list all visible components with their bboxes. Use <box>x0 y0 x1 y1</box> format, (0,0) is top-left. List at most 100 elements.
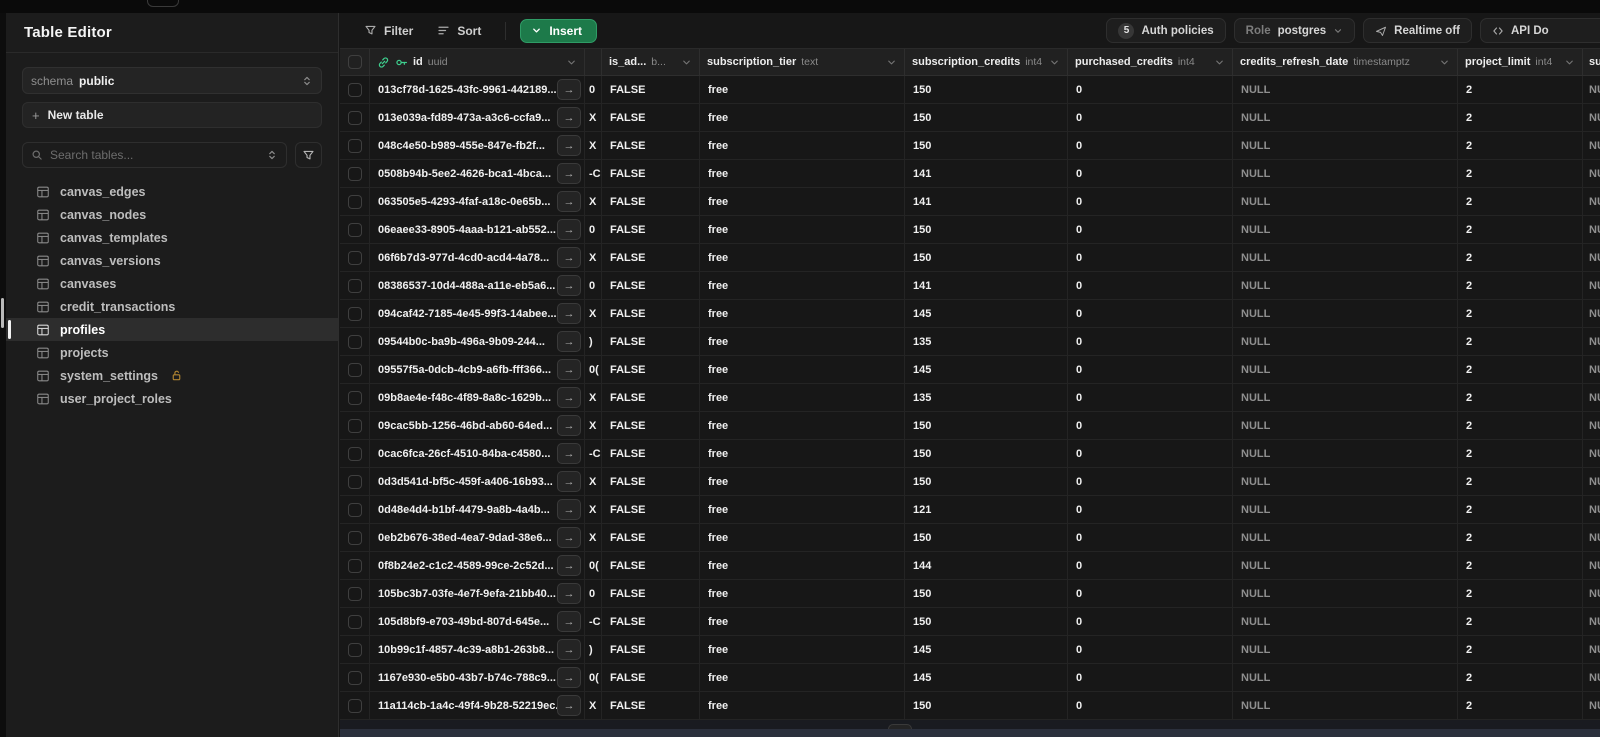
cell-subscription-tier[interactable]: free <box>700 132 905 159</box>
cell-subscription-credits[interactable]: 141 <box>905 188 1068 215</box>
cell-credits-refresh-date[interactable]: NULL <box>1233 132 1458 159</box>
cell-id[interactable]: 013e039a-fd89-473a-a3c6-ccfa9... → <box>370 104 585 131</box>
cell-clipped[interactable]: 0( <box>585 552 602 579</box>
sidebar-item-profiles[interactable]: profiles <box>6 318 338 341</box>
chevron-down-icon[interactable] <box>681 57 692 68</box>
cell-credits-refresh-date[interactable]: NULL <box>1233 300 1458 327</box>
expand-row-button[interactable]: → <box>557 331 581 352</box>
cell-clipped[interactable]: 0( <box>585 356 602 383</box>
expand-row-button[interactable]: → <box>557 247 581 268</box>
cell-subscription-tier[interactable]: free <box>700 160 905 187</box>
cell-id[interactable]: 06f6b7d3-977d-4cd0-acd4-4a78... → <box>370 244 585 271</box>
cell-clipped-right[interactable]: NU <box>1583 412 1600 439</box>
cell-project-limit[interactable]: 2 <box>1458 692 1583 719</box>
cell-subscription-tier[interactable]: free <box>700 440 905 467</box>
cell-credits-refresh-date[interactable]: NULL <box>1233 216 1458 243</box>
cell-subscription-tier[interactable]: free <box>700 216 905 243</box>
cell-id[interactable]: 0cac6fca-26cf-4510-84ba-c4580... → <box>370 440 585 467</box>
cell-credits-refresh-date[interactable]: NULL <box>1233 552 1458 579</box>
sidebar-item-canvas_nodes[interactable]: canvas_nodes <box>22 203 322 226</box>
cell-credits-refresh-date[interactable]: NULL <box>1233 664 1458 691</box>
row-checkbox[interactable] <box>340 468 370 495</box>
cell-purchased-credits[interactable]: 0 <box>1068 188 1233 215</box>
cell-purchased-credits[interactable]: 0 <box>1068 244 1233 271</box>
api-docs-button[interactable]: API Do <box>1480 18 1600 43</box>
cell-is-admin[interactable]: FALSE <box>602 216 700 243</box>
cell-credits-refresh-date[interactable]: NULL <box>1233 580 1458 607</box>
cell-clipped[interactable]: X <box>585 244 602 271</box>
cell-clipped[interactable]: X <box>585 692 602 719</box>
cell-credits-refresh-date[interactable]: NULL <box>1233 468 1458 495</box>
cell-project-limit[interactable]: 2 <box>1458 580 1583 607</box>
cell-purchased-credits[interactable]: 0 <box>1068 664 1233 691</box>
chevron-down-icon[interactable] <box>886 57 897 68</box>
expand-row-button[interactable]: → <box>557 499 581 520</box>
cell-clipped-right[interactable]: NU <box>1583 300 1600 327</box>
cell-purchased-credits[interactable]: 0 <box>1068 328 1233 355</box>
cell-clipped-right[interactable]: NU <box>1583 692 1600 719</box>
column-header-credits-refresh-date[interactable]: credits_refresh_date timestamptz <box>1233 49 1458 75</box>
sidebar-item-canvas_edges[interactable]: canvas_edges <box>22 180 322 203</box>
cell-subscription-credits[interactable]: 150 <box>905 104 1068 131</box>
cell-subscription-tier[interactable]: free <box>700 104 905 131</box>
expand-row-button[interactable]: → <box>557 303 581 324</box>
cell-clipped[interactable]: X <box>585 524 602 551</box>
cell-is-admin[interactable]: FALSE <box>602 468 700 495</box>
cell-id[interactable]: 013cf78d-1625-43fc-9961-442189... → <box>370 76 585 103</box>
expand-row-button[interactable]: → <box>557 107 581 128</box>
role-select[interactable]: Role postgres <box>1233 18 1356 43</box>
chevron-down-icon[interactable] <box>1214 57 1225 68</box>
insert-button[interactable]: Insert <box>520 18 598 43</box>
cell-project-limit[interactable]: 2 <box>1458 608 1583 635</box>
cell-is-admin[interactable]: FALSE <box>602 76 700 103</box>
cell-credits-refresh-date[interactable]: NULL <box>1233 524 1458 551</box>
cell-clipped-right[interactable]: NU <box>1583 636 1600 663</box>
cell-clipped[interactable]: 0 <box>585 272 602 299</box>
cell-subscription-tier[interactable]: free <box>700 300 905 327</box>
cell-project-limit[interactable]: 2 <box>1458 132 1583 159</box>
cell-is-admin[interactable]: FALSE <box>602 552 700 579</box>
cell-subscription-tier[interactable]: free <box>700 468 905 495</box>
cell-purchased-credits[interactable]: 0 <box>1068 524 1233 551</box>
cell-clipped-right[interactable]: NU <box>1583 104 1600 131</box>
cell-credits-refresh-date[interactable]: NULL <box>1233 608 1458 635</box>
cell-clipped[interactable]: 0 <box>585 580 602 607</box>
sidebar-item-credit_transactions[interactable]: credit_transactions <box>22 295 322 318</box>
cell-subscription-tier[interactable]: free <box>700 188 905 215</box>
expand-row-button[interactable]: → <box>557 387 581 408</box>
cell-is-admin[interactable]: FALSE <box>602 272 700 299</box>
cell-clipped-right[interactable]: NU <box>1583 608 1600 635</box>
cell-credits-refresh-date[interactable]: NULL <box>1233 104 1458 131</box>
expand-row-button[interactable]: → <box>557 611 581 632</box>
cell-project-limit[interactable]: 2 <box>1458 524 1583 551</box>
sidebar-item-system_settings[interactable]: system_settings <box>22 364 322 387</box>
cell-subscription-tier[interactable]: free <box>700 328 905 355</box>
cell-project-limit[interactable]: 2 <box>1458 216 1583 243</box>
row-checkbox[interactable] <box>340 440 370 467</box>
cell-credits-refresh-date[interactable]: NULL <box>1233 272 1458 299</box>
expand-row-button[interactable]: → <box>557 79 581 100</box>
cell-credits-refresh-date[interactable]: NULL <box>1233 76 1458 103</box>
cell-clipped[interactable]: -C <box>585 160 602 187</box>
cell-clipped[interactable]: X <box>585 132 602 159</box>
cell-is-admin[interactable]: FALSE <box>602 636 700 663</box>
row-checkbox[interactable] <box>340 496 370 523</box>
horizontal-scrollbar-track[interactable] <box>340 729 1600 737</box>
cell-project-limit[interactable]: 2 <box>1458 188 1583 215</box>
cell-credits-refresh-date[interactable]: NULL <box>1233 692 1458 719</box>
column-header-clipped[interactable] <box>585 49 602 75</box>
cell-purchased-credits[interactable]: 0 <box>1068 496 1233 523</box>
cell-subscription-credits[interactable]: 144 <box>905 552 1068 579</box>
cell-clipped[interactable]: 0 <box>585 216 602 243</box>
row-checkbox[interactable] <box>340 580 370 607</box>
expand-row-button[interactable]: → <box>557 275 581 296</box>
expand-row-button[interactable]: → <box>557 359 581 380</box>
column-header-project-limit[interactable]: project_limit int4 <box>1458 49 1583 75</box>
cell-clipped[interactable]: X <box>585 496 602 523</box>
cell-subscription-credits[interactable]: 150 <box>905 440 1068 467</box>
cell-credits-refresh-date[interactable]: NULL <box>1233 636 1458 663</box>
cell-purchased-credits[interactable]: 0 <box>1068 104 1233 131</box>
cell-subscription-tier[interactable]: free <box>700 552 905 579</box>
sidebar-item-projects[interactable]: projects <box>22 341 322 364</box>
cell-clipped-right[interactable]: NU <box>1583 524 1600 551</box>
